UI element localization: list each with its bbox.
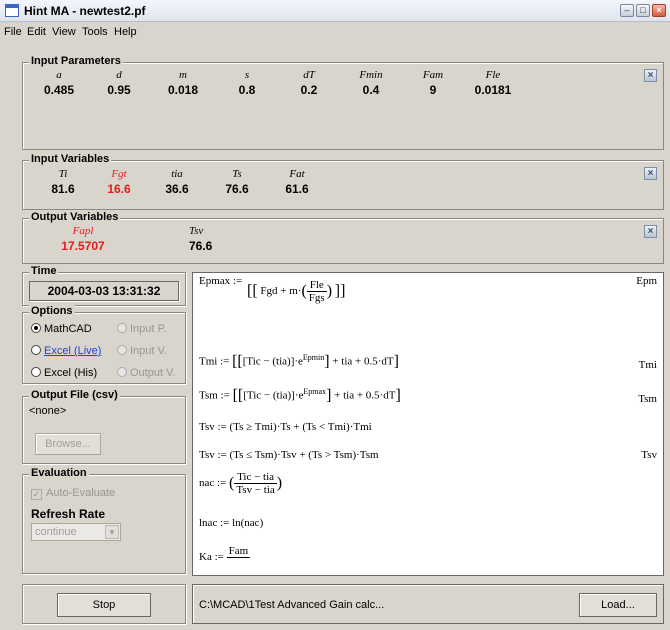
close-panel-icon[interactable]: × xyxy=(644,167,657,180)
out-tsv: Tsv 76.6 xyxy=(189,225,213,253)
param-d: d 0.95 xyxy=(107,69,131,97)
var-tia: tia 36.6 xyxy=(165,168,189,196)
file-path: C:\MCAD\1Test Advanced Gain calc... xyxy=(199,599,385,611)
var-fgt: Fgt 16.6 xyxy=(107,168,131,196)
panel-title: Input Parameters xyxy=(29,55,123,67)
var-ti: Ti 81.6 xyxy=(51,168,75,196)
chevron-down-icon: ▼ xyxy=(105,525,119,539)
side-label: Tmi xyxy=(638,359,657,371)
radio-excel-his[interactable]: Excel (His) xyxy=(31,367,97,379)
radio-dot xyxy=(31,345,41,355)
options-group: Options MathCAD Excel (Live) Excel (His)… xyxy=(22,305,186,384)
radio-dot xyxy=(117,367,127,377)
side-label: Tsv xyxy=(641,449,657,461)
var-ts: Ts 76.6 xyxy=(225,168,249,196)
panel-title: Input Variables xyxy=(29,153,112,165)
auto-evaluate-checkbox[interactable]: ✓ Auto-Evaluate xyxy=(31,487,115,500)
equation-ka: Ka := Fam xyxy=(199,545,251,564)
close-panel-icon[interactable]: × xyxy=(644,225,657,238)
equation-tsm: Tsm := [[[Tic − (tia)]·eEpmax] + tia + 0… xyxy=(199,387,401,405)
group-title: Output File (csv) xyxy=(29,389,120,401)
param-a: a 0.485 xyxy=(43,69,75,97)
side-label: Tsm xyxy=(638,393,657,405)
evaluation-group: Evaluation ✓ Auto-Evaluate Refresh Rate c… xyxy=(22,467,186,574)
equation-tmi: Tmi := [[[Tic − (tia)]·eEpmin] + tia + 0… xyxy=(199,353,399,371)
input-variables-panel: Input Variables × Ti 81.6 Fgt 16.6 tia 36.6… xyxy=(22,153,664,210)
input-parameters-panel: Input Parameters × a 0.485 d 0.95 m 0.018 s… xyxy=(22,55,664,150)
menu-edit[interactable]: Edit xyxy=(27,26,46,38)
group-title: Options xyxy=(29,305,75,317)
app-icon xyxy=(5,4,19,17)
menu-bar: File Edit View Tools Help xyxy=(0,24,670,42)
equation-tsv-1: Tsv := (Ts ≥ Tmi)·Ts + (Ts < Tmi)·Tmi xyxy=(199,421,372,433)
browse-button[interactable]: Browse... xyxy=(35,433,101,455)
menu-view[interactable]: View xyxy=(52,26,76,38)
side-label: Epm xyxy=(636,275,657,287)
param-m: m 0.018 xyxy=(167,69,199,97)
radio-input-p[interactable]: Input P. xyxy=(117,323,167,335)
param-fmin: Fmin 0.4 xyxy=(359,69,383,97)
checkbox-icon: ✓ xyxy=(31,489,42,500)
refresh-rate-select[interactable]: continue ▼ xyxy=(31,523,121,541)
radio-dot xyxy=(31,323,41,333)
stop-group: Stop xyxy=(22,584,186,624)
radio-input-v[interactable]: Input V. xyxy=(117,345,167,357)
radio-dot xyxy=(31,367,41,377)
param-fam: Fam 9 xyxy=(422,69,444,97)
output-variables-panel: Output Variables × Fapl 17.5707 Tsv 76.6 xyxy=(22,211,664,264)
title-bar: Hint MA - newtest2.pf – □ × xyxy=(0,0,670,22)
equation-lnac: lnac := ln(nac) xyxy=(199,517,264,529)
group-title: Evaluation xyxy=(29,467,89,479)
minimize-button[interactable]: – xyxy=(620,4,634,17)
menu-help[interactable]: Help xyxy=(114,26,137,38)
time-display: 2004-03-03 13:31:32 xyxy=(29,281,179,301)
param-fle: Fle 0.0181 xyxy=(474,69,512,97)
time-group: Time 2004-03-03 13:31:32 xyxy=(22,265,186,306)
epmax-definition: Epmax := xyxy=(199,275,243,287)
param-s: s 0.8 xyxy=(238,69,256,97)
var-fat: Fat 61.6 xyxy=(285,168,309,196)
window-title: Hint MA - newtest2.pf xyxy=(24,4,146,18)
equation-nac: nac := (Tic − tia Tsv − tia) xyxy=(199,471,283,496)
output-file-group: Output File (csv) <none> Browse... xyxy=(22,389,186,464)
out-fapl: Fapl 17.5707 xyxy=(61,225,105,253)
group-title: Time xyxy=(29,265,59,277)
epmax-expression: [[ Fgd + m·(Fle Fgs) ]] xyxy=(247,279,346,304)
load-button[interactable]: Load... xyxy=(579,593,657,617)
param-dt: dT 0.2 xyxy=(300,69,318,97)
radio-output-v[interactable]: Output V. xyxy=(117,367,175,379)
menu-file[interactable]: File xyxy=(4,26,22,38)
status-bar: C:\MCAD\1Test Advanced Gain calc... Load… xyxy=(192,584,664,624)
radio-excel-live[interactable]: Excel (Live) xyxy=(31,345,101,357)
refresh-rate-label: Refresh Rate xyxy=(31,507,106,521)
close-button[interactable]: × xyxy=(652,4,666,17)
radio-mathcad[interactable]: MathCAD xyxy=(31,323,92,335)
stop-button[interactable]: Stop xyxy=(57,593,151,617)
equation-tsv-2: Tsv := (Ts ≤ Tsm)·Tsv + (Ts > Tsm)·Tsm xyxy=(199,449,379,461)
close-panel-icon[interactable]: × xyxy=(644,69,657,82)
output-file-value: <none> xyxy=(29,405,67,417)
radio-dot xyxy=(117,323,127,333)
panel-title: Output Variables xyxy=(29,211,121,223)
maximize-button[interactable]: □ xyxy=(636,4,650,17)
mathcad-worksheet[interactable]: Epmax := [[ Fgd + m·(Fle Fgs) ]] Epm Tmi … xyxy=(192,272,664,576)
menu-tools[interactable]: Tools xyxy=(82,26,108,38)
radio-dot xyxy=(117,345,127,355)
